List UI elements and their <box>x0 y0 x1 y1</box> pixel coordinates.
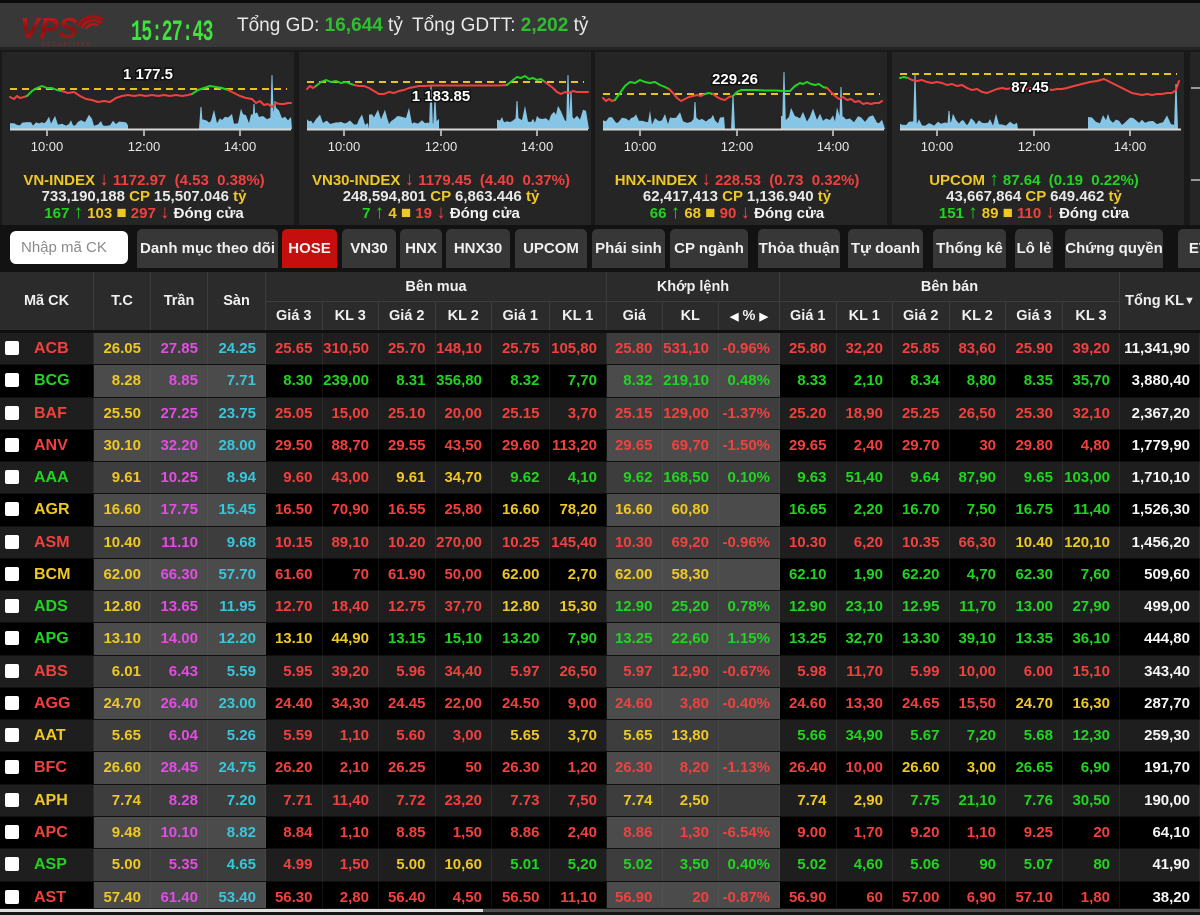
svg-text:14:00: 14:00 <box>521 139 554 154</box>
svg-text:87.45: 87.45 <box>1011 79 1049 96</box>
svg-text:10:00: 10:00 <box>921 139 954 154</box>
svg-text:12:00: 12:00 <box>721 139 754 154</box>
svg-text:14:00: 14:00 <box>224 139 257 154</box>
svg-text:14:00: 14:00 <box>817 139 850 154</box>
svg-text:10:00: 10:00 <box>328 139 361 154</box>
svg-text:12:00: 12:00 <box>128 139 161 154</box>
svg-text:12:00: 12:00 <box>425 139 458 154</box>
svg-text:229.26: 229.26 <box>712 71 758 88</box>
svg-text:12:00: 12:00 <box>1018 139 1051 154</box>
svg-text:1 177.5: 1 177.5 <box>123 66 173 83</box>
svg-text:10:00: 10:00 <box>31 139 64 154</box>
svg-text:VPS: VPS <box>20 13 79 45</box>
svg-text:SECURITIES: SECURITIES <box>42 42 92 47</box>
svg-text:14:00: 14:00 <box>1114 139 1147 154</box>
svg-text:1 183.85: 1 183.85 <box>412 88 470 105</box>
svg-text:10:00: 10:00 <box>624 139 657 154</box>
